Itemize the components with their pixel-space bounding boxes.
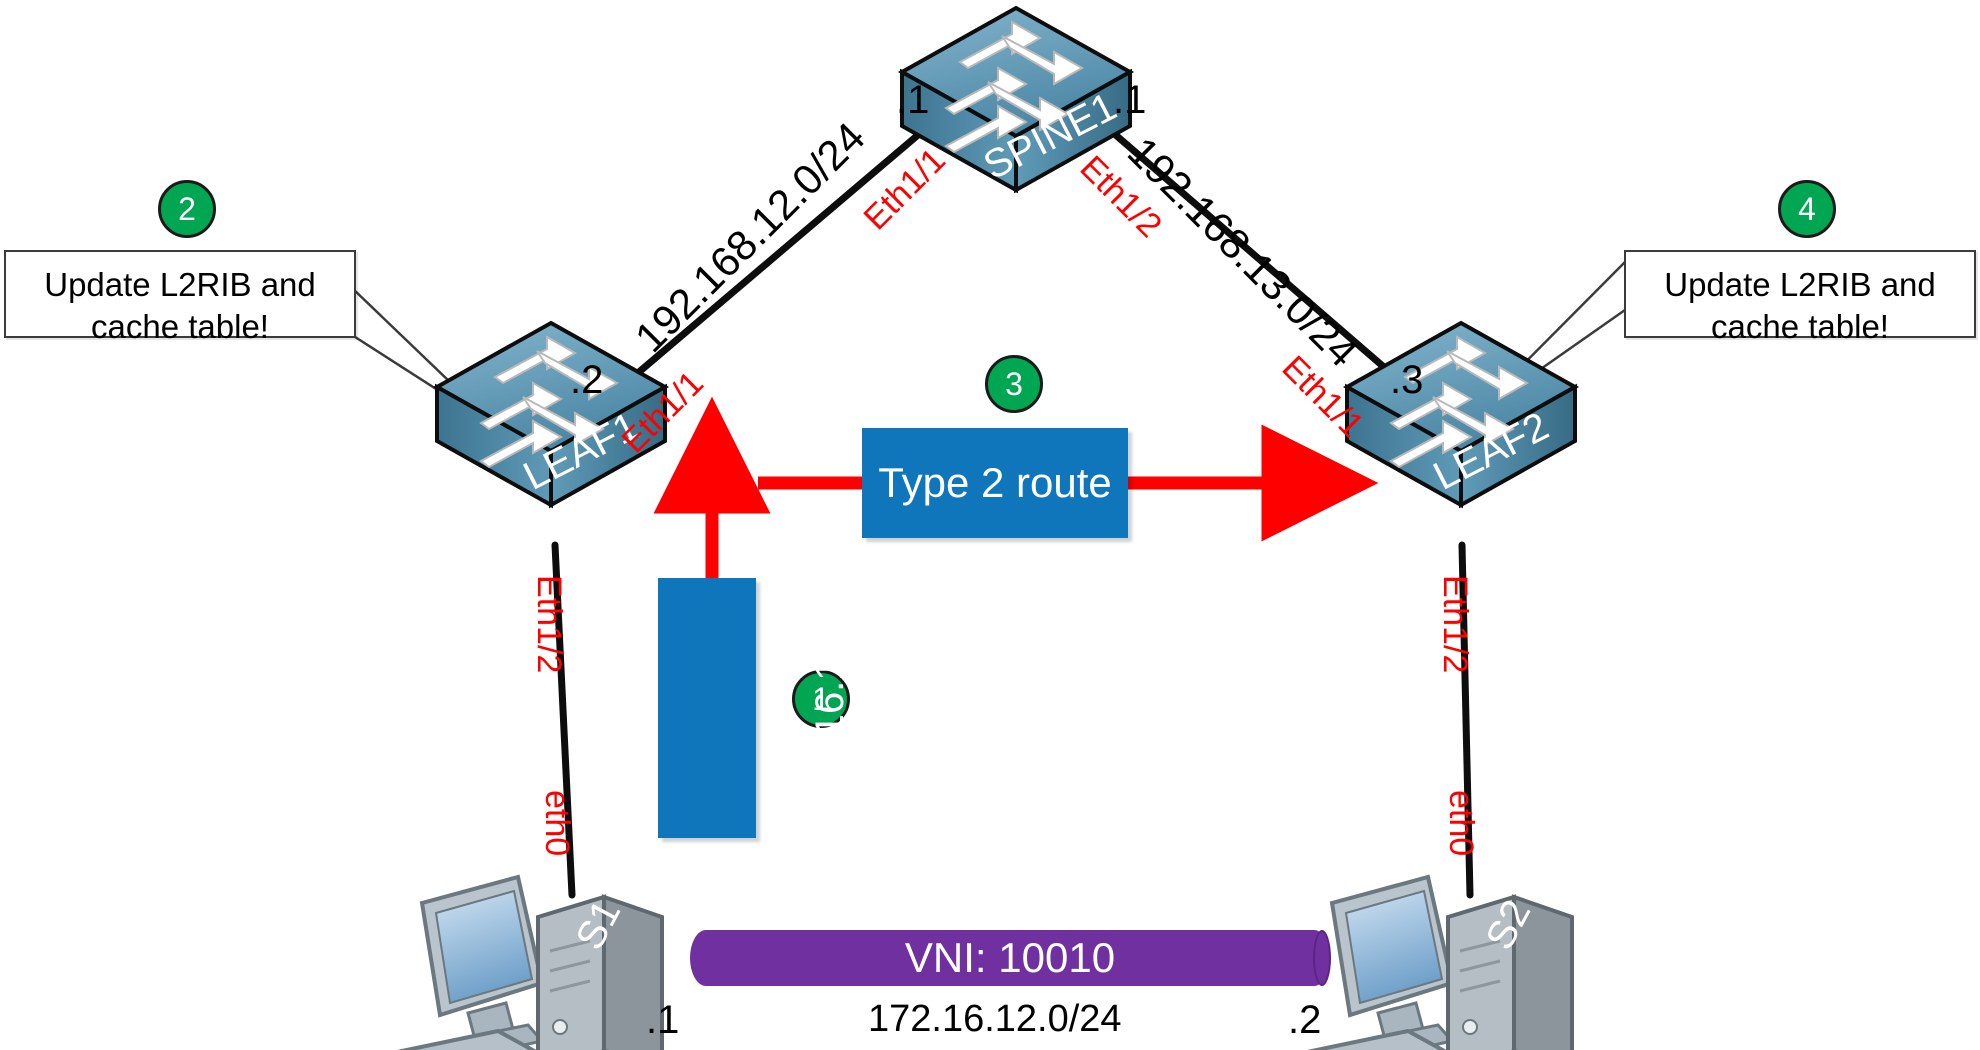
- leaf2-eth1-2-port-label: Eth1/2: [1436, 575, 1474, 674]
- spine1-eth1-2-ip-label: .1: [1113, 78, 1147, 122]
- vni-overlay-cylinder[interactable]: VNI: 10010: [690, 930, 1331, 986]
- leaf2-label: LEAF2: [1427, 404, 1556, 499]
- s2-ip-label: .2: [1288, 998, 1322, 1042]
- arp-request-line-2: 172.16.12.2: [808, 602, 853, 814]
- leaf1-label: LEAF1: [517, 404, 646, 499]
- step-badge-3[interactable]: 3: [985, 355, 1043, 413]
- leaf2-switch-icon: LEAF2: [1342, 320, 1580, 509]
- s1-ip-label: .1: [646, 998, 680, 1042]
- arp-request-line-1: ARP Request: [575, 587, 620, 829]
- callout-right-update-l2rib[interactable]: Update L2RIB and cache table!: [1624, 250, 1976, 345]
- s2-computer-icon: S2: [1307, 874, 1574, 1050]
- subnet-label-spine-leaf1: 192.168.12.0/24: [625, 113, 874, 362]
- step-badge-4[interactable]: 4: [1778, 180, 1836, 238]
- leaf1-switch-icon: LEAF1: [432, 320, 670, 509]
- leaf1-eth1-1-port-label: Eth1/1: [614, 364, 711, 461]
- s2-eth0-port-label: eth0: [1442, 790, 1480, 857]
- s1-eth0-port-label: eth0: [538, 790, 576, 857]
- leaf1-eth1-1-ip-label: .2: [570, 358, 604, 402]
- subnet-label-spine-leaf2: 192.168.13.0/24: [1118, 127, 1367, 376]
- callout-left-leader: [351, 287, 501, 432]
- leaf2-eth1-1-ip-label: .3: [1390, 358, 1424, 402]
- overlay-subnet-label: 172.16.12.0/24: [868, 998, 1122, 1040]
- callout-right-leader: [1467, 261, 1626, 422]
- s2-label: S2: [1478, 893, 1540, 957]
- spine1-eth1-1-ip-label: .1: [896, 78, 930, 122]
- s1-label: S1: [568, 893, 630, 957]
- callout-left-update-l2rib[interactable]: Update L2RIB and cache table!: [4, 250, 356, 345]
- arp-request-box[interactable]: ARP Request 172.16.12.2: [576, 578, 852, 838]
- s1-computer-icon: S1: [397, 874, 664, 1050]
- leaf1-eth1-2-port-label: Eth1/2: [530, 575, 568, 674]
- type-2-route-box[interactable]: Type 2 route: [862, 428, 1128, 538]
- network-diagram-canvas: SPINE1 LEAF1 LEAF2 S1 S2 2 4 3 1 Update …: [0, 0, 1980, 1050]
- spine1-eth1-1-port-label: Eth1/1: [856, 141, 953, 238]
- step-badge-2[interactable]: 2: [158, 180, 216, 238]
